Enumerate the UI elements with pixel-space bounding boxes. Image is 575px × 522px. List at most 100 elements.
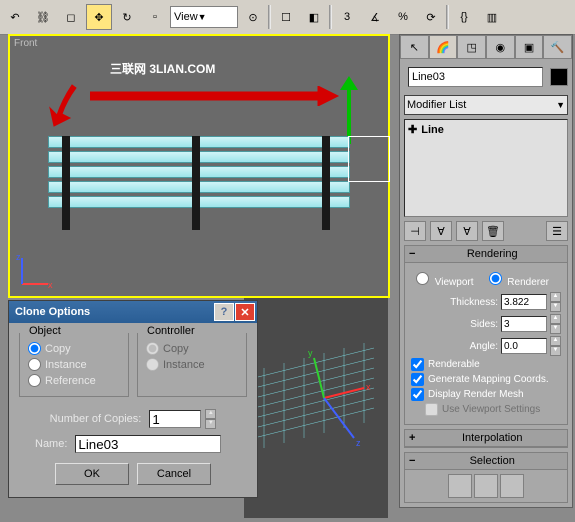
make-unique-button[interactable]: ∀ xyxy=(456,221,478,241)
scale-button[interactable]: ▫ xyxy=(142,4,168,30)
display-tab[interactable]: ▣ xyxy=(515,35,544,59)
configure-sets-button[interactable]: ☰ xyxy=(546,221,568,241)
show-end-button[interactable]: ∀ xyxy=(430,221,452,241)
undo-button[interactable]: ↶ xyxy=(2,4,28,30)
controller-group-label: Controller xyxy=(144,325,198,337)
object-color-swatch[interactable] xyxy=(550,68,568,86)
named-sel-button[interactable]: {} xyxy=(451,4,477,30)
genmap-check[interactable]: Generate Mapping Coords. xyxy=(411,373,561,386)
ok-button[interactable]: OK xyxy=(55,463,129,485)
ref-coord-dropdown[interactable]: View▼ xyxy=(170,6,238,28)
keymode-button[interactable]: ◧ xyxy=(301,4,327,30)
move-button[interactable]: ✥ xyxy=(86,4,112,30)
svg-text:x: x xyxy=(366,382,371,392)
ref-coord-value: View xyxy=(174,11,198,23)
spline-subobj-button[interactable] xyxy=(500,474,524,498)
red-arrow-right-icon xyxy=(90,86,340,106)
hammer-icon: 🔨 xyxy=(551,41,565,54)
ctrl-copy-radio: Copy xyxy=(146,342,238,355)
selection-bbox xyxy=(348,136,390,182)
percent-snap-button[interactable]: % xyxy=(390,4,416,30)
pin-stack-button[interactable]: ⊣ xyxy=(404,221,426,241)
toolbar-sep xyxy=(268,5,271,29)
help-button[interactable]: ? xyxy=(214,303,234,321)
hierarchy-tab[interactable]: ◳ xyxy=(457,35,486,59)
front-viewport[interactable]: Front 三联网 3LIAN.COM x z xyxy=(8,34,390,298)
useviewport-check: Use Viewport Settings xyxy=(411,403,561,416)
svg-text:z: z xyxy=(16,252,21,262)
close-button[interactable]: ✕ xyxy=(235,303,255,321)
angle-spinner[interactable]: ▲▼ xyxy=(550,336,561,356)
cancel-button[interactable]: Cancel xyxy=(137,463,211,485)
motion-tab[interactable]: ◉ xyxy=(486,35,515,59)
bench-leg xyxy=(192,136,200,230)
angle-snap-button[interactable]: ∡ xyxy=(362,4,388,30)
thickness-label: Thickness: xyxy=(450,297,498,308)
select-region-button[interactable]: ◻ xyxy=(58,4,84,30)
segment-subobj-button[interactable] xyxy=(474,474,498,498)
dialog-titlebar[interactable]: Clone Options ? ✕ xyxy=(9,301,257,323)
angle-input[interactable] xyxy=(501,338,547,354)
disprender-check[interactable]: Display Render Mesh xyxy=(411,388,561,401)
link-button[interactable]: ⛓ xyxy=(30,4,56,30)
pivot-button[interactable]: ⊙ xyxy=(240,4,266,30)
pointer-icon: ↖ xyxy=(410,41,419,54)
object-group-label: Object xyxy=(26,325,64,337)
numcopies-row: Number of Copies: ▲▼ xyxy=(19,409,247,429)
perspective-viewport[interactable]: x y z xyxy=(244,298,388,518)
interpolation-rollout: +Interpolation xyxy=(404,429,568,448)
command-tabs: ↖ 🌈 ◳ ◉ ▣ 🔨 xyxy=(400,35,572,59)
thickness-spinner[interactable]: ▲▼ xyxy=(550,292,561,312)
mirror-button[interactable]: ▥ xyxy=(479,4,505,30)
reference-radio[interactable]: Reference xyxy=(28,374,120,387)
motion-icon: ◉ xyxy=(496,41,506,54)
viewport-label: Front xyxy=(14,38,37,49)
numcopies-spinner[interactable]: ▲▼ xyxy=(205,409,216,429)
svg-text:z: z xyxy=(356,438,361,448)
rendering-header[interactable]: −Rendering xyxy=(405,246,567,263)
vertex-subobj-button[interactable] xyxy=(448,474,472,498)
rotate-button[interactable]: ↻ xyxy=(114,4,140,30)
name-input[interactable] xyxy=(75,435,221,453)
thickness-input[interactable] xyxy=(501,294,547,310)
renderer-radio[interactable]: Renderer xyxy=(484,269,549,288)
create-tab[interactable]: ↖ xyxy=(400,35,429,59)
rendering-rollout: −Rendering Viewport Renderer Thickness: ▲… xyxy=(404,245,568,425)
selection-header[interactable]: −Selection xyxy=(405,453,567,470)
name-label: Name: xyxy=(35,438,67,450)
modifier-stack[interactable]: ✚Line xyxy=(404,119,568,217)
wireframe-mesh: x y z xyxy=(244,298,388,518)
name-row: Name: xyxy=(19,435,247,453)
svg-text:x: x xyxy=(48,280,53,290)
clone-options-dialog: Clone Options ? ✕ Object Copy Instance R… xyxy=(8,300,258,498)
modifier-list-dropdown[interactable]: Modifier List▼ xyxy=(404,95,568,115)
viewport-radio[interactable]: Viewport xyxy=(411,269,474,288)
main-toolbar: ↶ ⛓ ◻ ✥ ↻ ▫ View▼ ⊙ ☐ ◧ 3 ∡ % ⟳ {} ▥ xyxy=(0,0,575,35)
object-name-field[interactable]: Line03 xyxy=(408,67,543,87)
interpolation-header[interactable]: +Interpolation xyxy=(405,430,567,447)
axis-gizmo-icon: x y z xyxy=(308,348,371,448)
axis-tripod-icon: x z xyxy=(14,252,54,292)
stack-item-line[interactable]: ✚Line xyxy=(408,123,564,136)
manip-button[interactable]: ☐ xyxy=(273,4,299,30)
display-icon: ▣ xyxy=(524,41,534,54)
angle-label: Angle: xyxy=(470,341,498,352)
hierarchy-icon: ◳ xyxy=(466,41,476,54)
snap-button[interactable]: 3 xyxy=(334,4,360,30)
copy-radio[interactable]: Copy xyxy=(28,342,120,355)
numcopies-input[interactable] xyxy=(149,410,201,428)
modify-icon: 🌈 xyxy=(436,41,450,54)
toolbar-sep xyxy=(446,5,449,29)
sides-input[interactable] xyxy=(501,316,547,332)
utilities-tab[interactable]: 🔨 xyxy=(543,35,572,59)
modify-tab[interactable]: 🌈 xyxy=(429,35,458,59)
dialog-title: Clone Options xyxy=(15,306,90,318)
instance-radio[interactable]: Instance xyxy=(28,358,120,371)
spinner-snap-button[interactable]: ⟳ xyxy=(418,4,444,30)
renderable-check[interactable]: Renderable xyxy=(411,358,561,371)
toolbar-sep xyxy=(329,5,332,29)
expand-icon: ✚ xyxy=(408,123,417,136)
bench-leg xyxy=(62,136,70,230)
remove-mod-button[interactable]: 🗑 xyxy=(482,221,504,241)
sides-spinner[interactable]: ▲▼ xyxy=(550,314,561,334)
